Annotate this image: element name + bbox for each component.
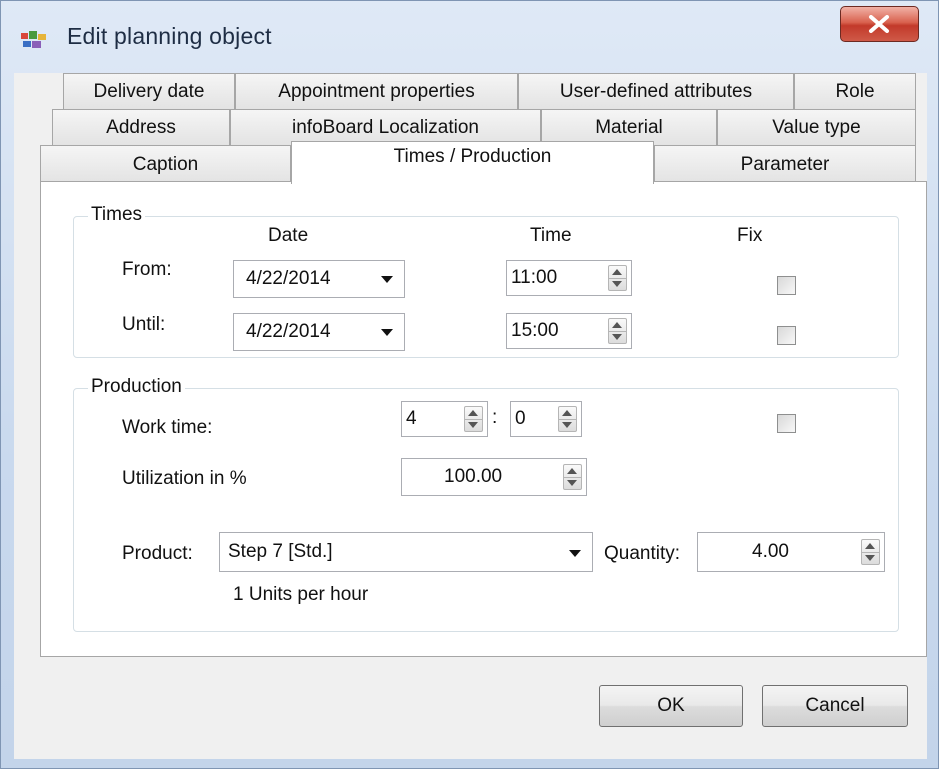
from-date-picker[interactable]: 4/22/2014 [233,260,405,298]
close-icon [869,15,889,33]
times-group [73,216,899,358]
spinner-icon[interactable] [563,464,582,490]
tab-parameter[interactable]: Parameter [654,145,916,183]
tab-address[interactable]: Address [52,109,230,145]
tab-infoboard-localization[interactable]: infoBoard Localization [230,109,541,145]
work-minutes-field[interactable]: 0 [510,401,582,437]
utilization-label: Utilization in % [122,468,247,489]
until-label: Until: [122,314,166,335]
tab-user-defined-attributes[interactable]: User-defined attributes [518,73,794,109]
app-icon [21,31,46,48]
spinner-icon[interactable] [608,318,627,344]
fix-column-header: Fix [737,225,763,246]
tab-delivery-date[interactable]: Delivery date [63,73,235,109]
product-dropdown[interactable]: Step 7 [Std.] [219,532,593,572]
date-column-header: Date [268,225,309,246]
chevron-down-icon[interactable] [381,276,393,283]
quantity-label: Quantity: [604,543,681,564]
work-hours-field[interactable]: 4 [401,401,488,437]
units-per-hour-text: 1 Units per hour [233,584,369,605]
quantity-field[interactable]: 4.00 [697,532,885,572]
times-production-panel: Times Date Time Fix From: 4/22/2014 11:0… [40,181,927,657]
tab-appointment-properties[interactable]: Appointment properties [235,73,518,109]
spinner-icon[interactable] [558,406,577,432]
until-time-field[interactable]: 15:00 [506,313,632,349]
tab-value-type[interactable]: Value type [717,109,916,145]
dialog-client-area: Delivery date Appointment properties Use… [14,73,927,759]
ok-button[interactable]: OK [599,685,743,727]
spinner-icon[interactable] [861,539,880,565]
tab-material[interactable]: Material [541,109,717,145]
from-time-field[interactable]: 11:00 [506,260,632,296]
edit-planning-object-dialog: Edit planning object Delivery date Appoi… [0,0,939,769]
utilization-field[interactable]: 100.00 [401,458,587,496]
title-bar[interactable]: Edit planning object [1,1,938,73]
chevron-down-icon[interactable] [569,550,581,557]
work-time-label: Work time: [122,417,213,438]
tab-role[interactable]: Role [794,73,916,109]
until-fix-checkbox[interactable] [777,326,796,345]
production-legend: Production [88,376,185,398]
work-time-fix-checkbox[interactable] [777,414,796,433]
chevron-down-icon[interactable] [381,329,393,336]
times-legend: Times [88,204,146,226]
spinner-icon[interactable] [608,265,627,291]
time-separator: : [492,407,498,428]
from-fix-checkbox[interactable] [777,276,796,295]
tab-caption[interactable]: Caption [40,145,291,183]
until-date-picker[interactable]: 4/22/2014 [233,313,405,351]
tab-times-production[interactable]: Times / Production [291,141,654,184]
spinner-icon[interactable] [464,406,483,432]
time-column-header: Time [530,225,572,246]
cancel-button[interactable]: Cancel [762,685,908,727]
window-title: Edit planning object [67,23,272,49]
from-label: From: [122,259,172,280]
close-button[interactable] [840,6,919,42]
product-label: Product: [122,543,193,564]
